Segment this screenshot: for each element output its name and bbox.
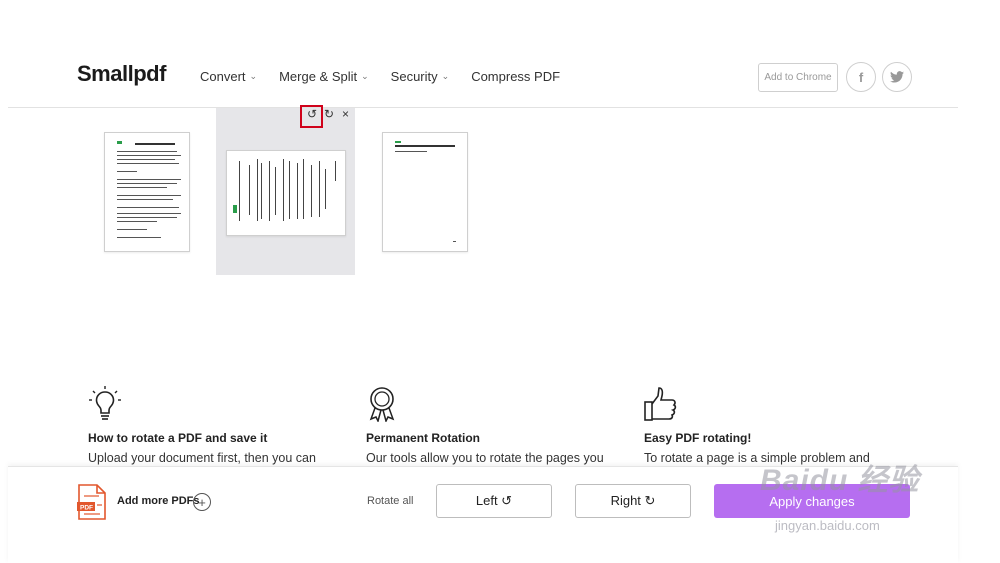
feature-text: Our tools allow you to rotate the pages … [366, 451, 604, 465]
feature-title: How to rotate a PDF and save it [88, 431, 268, 445]
facebook-icon: f [858, 69, 864, 85]
twitter-icon [890, 71, 904, 83]
page-thumbnail-1[interactable] [104, 132, 190, 252]
smallpdf-logo[interactable]: Smallpdf [77, 61, 166, 87]
nav-merge-split[interactable]: Merge & Split ⌄ [279, 69, 369, 84]
main-nav: Convert ⌄ Merge & Split ⌄ Security ⌄ Com… [200, 69, 582, 84]
rotate-all-label: Rotate all [367, 495, 414, 507]
remove-page-icon[interactable]: × [342, 107, 349, 121]
chevron-down-icon: ⌄ [361, 71, 369, 81]
nav-security[interactable]: Security ⌄ [391, 69, 450, 84]
add-to-chrome-button[interactable]: Add to Chrome [758, 63, 838, 92]
award-ribbon-icon [369, 387, 395, 424]
nav-compress-pdf-label: Compress PDF [471, 69, 561, 84]
add-more-pdfs-label[interactable]: Add more PDFs [117, 495, 200, 507]
feature-text: To rotate a page is a simple problem and [644, 451, 870, 465]
pdf-file-icon: PDF [77, 484, 106, 520]
rotate-right-page-icon[interactable]: ↻ [324, 107, 334, 121]
svg-text:PDF: PDF [80, 505, 93, 512]
feature-text: Upload your document first, then you can [88, 451, 316, 465]
apply-changes-button[interactable]: Apply changes [714, 484, 910, 518]
feature-permanent-rotation: Permanent Rotation Our tools allow you t… [366, 386, 626, 465]
chevron-down-icon: ⌄ [249, 71, 258, 81]
lightbulb-icon [89, 386, 121, 420]
nav-convert-label: Convert [200, 69, 246, 84]
feature-title: Permanent Rotation [366, 431, 481, 445]
facebook-button[interactable]: f [846, 62, 876, 92]
rotate-right-button[interactable]: Right ↻ [575, 484, 691, 518]
rotate-left-button[interactable]: Left ↺ [436, 484, 552, 518]
feature-how-to-rotate: How to rotate a PDF and save it Upload y… [88, 386, 348, 465]
nav-convert[interactable]: Convert ⌄ [200, 69, 257, 84]
rotate-left-highlight [300, 105, 323, 128]
thumbs-up-icon [644, 387, 677, 421]
watermark-url: jingyan.baidu.com [775, 518, 880, 533]
page-thumbnail-3[interactable] [382, 132, 468, 252]
nav-compress-pdf[interactable]: Compress PDF [471, 69, 560, 84]
feature-easy-rotating: Easy PDF rotating! To rotate a page is a… [644, 386, 904, 465]
header-divider [8, 107, 958, 108]
chevron-down-icon: ⌄ [441, 71, 450, 81]
add-more-plus-icon[interactable]: + [193, 493, 211, 511]
feature-title: Easy PDF rotating! [644, 431, 752, 445]
page-thumbnail-2-rotated[interactable] [226, 150, 346, 236]
nav-security-label: Security [390, 69, 438, 84]
nav-merge-split-label: Merge & Split [279, 69, 358, 84]
twitter-button[interactable] [882, 62, 912, 92]
top-header: Smallpdf Convert ⌄ Merge & Split ⌄ Secur… [0, 0, 1000, 108]
